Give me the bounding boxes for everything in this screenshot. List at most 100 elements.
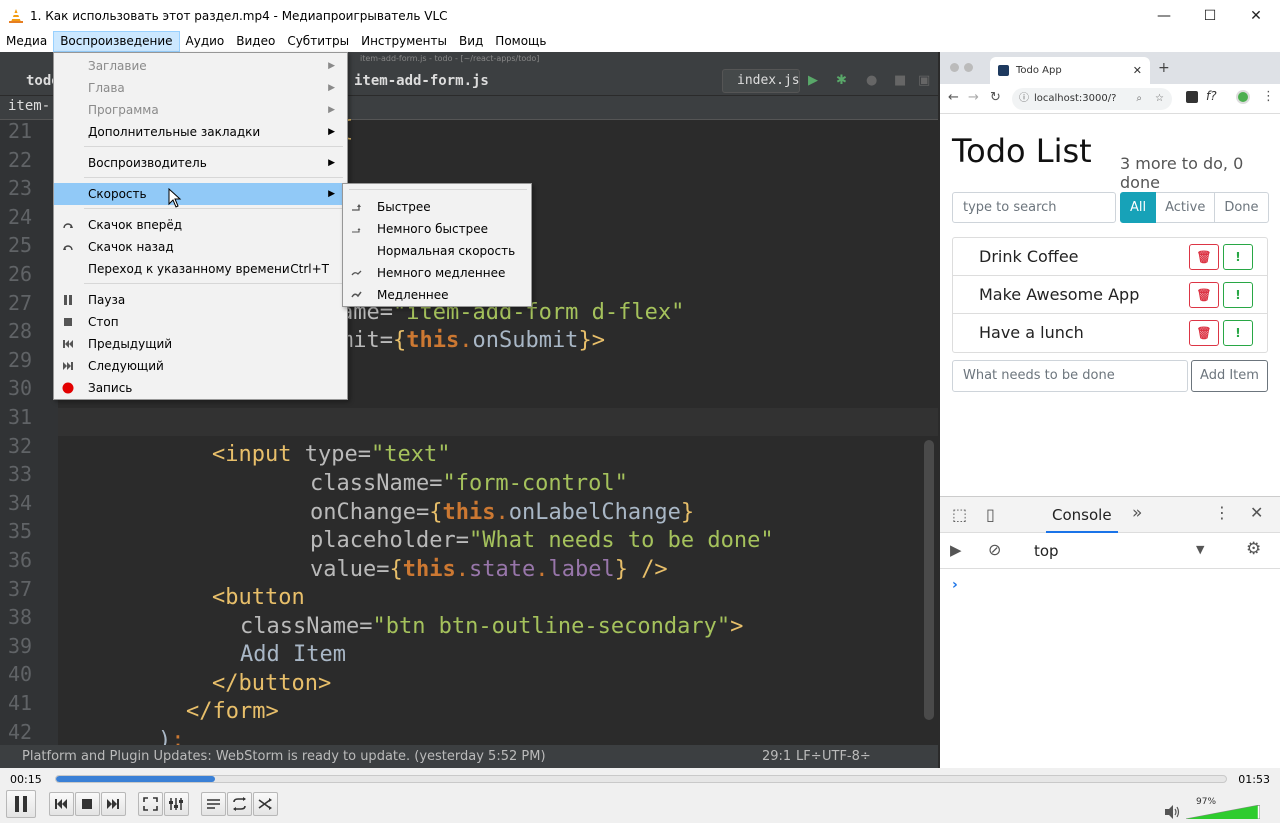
menu-media[interactable]: Медиа (0, 31, 53, 52)
forward-icon[interactable]: → (968, 90, 979, 105)
vlc-cone-icon (8, 8, 24, 24)
code-line: <input type="text" (212, 442, 451, 467)
menu-item-jump-forward[interactable]: Скачок вперёд (54, 214, 347, 236)
fullscreen-button[interactable] (138, 792, 163, 816)
run-icon: ▶ (808, 73, 818, 88)
jump-back-icon (63, 245, 73, 251)
menu-item-pause[interactable]: Пауза (54, 289, 347, 311)
clear-console-icon[interactable]: ⊘ (988, 540, 1001, 559)
traffic-light-icon (964, 63, 973, 72)
menu-separator (84, 283, 343, 284)
todo-search-input[interactable]: type to search (952, 192, 1116, 223)
menu-item-next[interactable]: Следующий (54, 355, 347, 377)
editor-scrollbar[interactable] (924, 440, 934, 720)
menu-video[interactable]: Видео (230, 31, 281, 52)
bookmark-star-icon[interactable]: ☆ (1155, 88, 1164, 110)
mouse-cursor-icon (168, 188, 182, 208)
menu-item-bookmarks[interactable]: Дополнительные закладки ▶ (54, 121, 347, 143)
line-number: 34 (8, 490, 33, 515)
line-number: 33 (8, 462, 33, 487)
devtools-menu-icon[interactable]: ⋮ (1214, 503, 1230, 522)
console-settings-icon[interactable]: ⚙ (1246, 539, 1261, 559)
previous-button[interactable] (49, 792, 74, 816)
menu-item-goto-time[interactable]: Переход к указанному времени Ctrl+T (54, 258, 347, 280)
menu-audio[interactable]: Аудио (180, 31, 231, 52)
maximize-button[interactable]: ☐ (1187, 0, 1233, 31)
window-title: 1. Как использовать этот раздел.mp4 - Ме… (30, 8, 448, 23)
device-toolbar-icon[interactable]: ▯ (986, 505, 995, 524)
chevron-down-icon[interactable]: ▼ (1196, 543, 1204, 556)
speaker-icon[interactable] (1164, 804, 1182, 820)
ide-window-title: item-add-form.js - todo - [~/react-apps/… (360, 54, 540, 63)
close-button[interactable]: ✕ (1233, 0, 1279, 31)
close-tab-icon[interactable]: ✕ (1133, 57, 1142, 84)
delete-item-button[interactable]: 🗑 (1189, 282, 1219, 308)
delete-item-button[interactable]: 🗑 (1189, 320, 1219, 346)
inspect-element-icon[interactable]: ⬚ (952, 505, 967, 524)
url-field[interactable]: ⓘ localhost:3000/? ⌕ ☆ (1012, 88, 1172, 110)
important-item-button[interactable]: ! (1223, 320, 1253, 346)
add-item-button[interactable]: Add Item (1191, 360, 1268, 392)
important-item-button[interactable]: ! (1223, 244, 1253, 270)
filter-active-button[interactable]: Active (1156, 192, 1215, 223)
menu-item-record[interactable]: Запись (54, 377, 347, 399)
menu-help[interactable]: Помощь (489, 31, 552, 52)
volume-slider[interactable] (1186, 805, 1260, 819)
zoom-icon[interactable]: ⌕ (1136, 88, 1142, 110)
menu-subtitles[interactable]: Субтитры (281, 31, 355, 52)
browser-menu-icon[interactable]: ⋮ (1262, 89, 1275, 104)
line-number: 26 (8, 262, 33, 286)
menu-item-jump-back[interactable]: Скачок назад (54, 236, 347, 258)
menu-item-speed[interactable]: Скорость ▶ (54, 183, 347, 205)
todo-item-label[interactable]: Drink Coffee (979, 238, 1079, 276)
new-item-input[interactable]: What needs to be done (952, 360, 1188, 392)
extension-icon[interactable] (1186, 91, 1198, 103)
todo-item-label[interactable]: Have a lunch (979, 314, 1084, 352)
console-prompt[interactable]: › (952, 577, 958, 593)
slower-fine-icon (351, 270, 362, 276)
extended-settings-button[interactable] (164, 792, 189, 816)
menu-tools[interactable]: Инструменты (355, 31, 453, 52)
menu-item-slower-fine[interactable]: Немного медленнее (343, 262, 531, 284)
reload-icon[interactable]: ↻ (990, 90, 1001, 105)
delete-item-button[interactable]: 🗑 (1189, 244, 1219, 270)
browser-tab[interactable]: Todo App ✕ (990, 57, 1150, 84)
minimize-button[interactable]: — (1141, 0, 1187, 31)
context-select[interactable]: top (1034, 533, 1059, 569)
more-tabs-icon[interactable]: » (1132, 503, 1142, 523)
jump-forward-icon (63, 223, 73, 229)
todo-item-label[interactable]: Make Awesome App (979, 276, 1139, 314)
profile-avatar[interactable] (1236, 90, 1250, 104)
menu-item-faster-fine[interactable]: Немного быстрее (343, 218, 531, 240)
filter-done-button[interactable]: Done (1214, 192, 1269, 223)
filter-all-button[interactable]: All (1120, 192, 1157, 223)
devtools-close-icon[interactable]: ✕ (1250, 503, 1263, 522)
menu-item-slower[interactable]: Медленнее (343, 284, 531, 306)
playlist-button[interactable] (201, 792, 226, 816)
menu-item-normal-speed[interactable]: Нормальная скорость (343, 240, 531, 262)
devtools-console-tab[interactable]: Console (1046, 497, 1118, 533)
line-number: 27 (8, 290, 33, 315)
play-pause-button[interactable] (6, 790, 36, 818)
menu-item-renderer[interactable]: Воспроизводитель ▶ (54, 152, 347, 174)
menu-view[interactable]: Вид (453, 31, 489, 52)
seek-bar[interactable] (55, 775, 1227, 783)
important-item-button[interactable]: ! (1223, 282, 1253, 308)
new-tab-icon[interactable]: + (1158, 60, 1170, 76)
menu-playback[interactable]: Воспроизведение (53, 31, 180, 52)
previous-icon (55, 799, 67, 809)
menu-item-previous[interactable]: Предыдущий (54, 333, 347, 355)
back-icon[interactable]: ← (948, 90, 959, 105)
menu-item-faster[interactable]: Быстрее (343, 196, 531, 218)
trash-icon: 🗑 (1196, 326, 1212, 340)
line-number: 23 (8, 176, 33, 201)
sidebar-toggle-icon[interactable]: ▶ (950, 541, 962, 559)
menu-item-stop[interactable]: Стоп (54, 311, 347, 333)
formula-extension-icon[interactable]: f? (1206, 89, 1217, 103)
stop-button[interactable] (75, 792, 100, 816)
playlist-icon (207, 799, 220, 809)
loop-button[interactable] (227, 792, 252, 816)
shuffle-button[interactable] (253, 792, 278, 816)
next-button[interactable] (101, 792, 126, 816)
faster-icon (352, 204, 361, 211)
